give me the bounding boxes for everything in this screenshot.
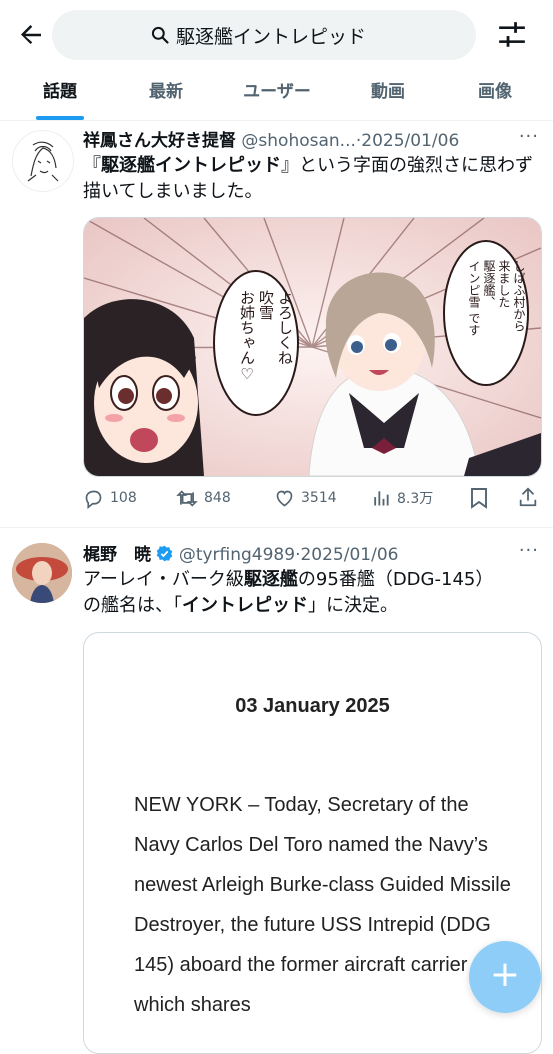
like-count: 3514	[301, 490, 337, 506]
tab-images[interactable]: 画像	[445, 70, 545, 120]
user-handle[interactable]: @tyrfing4989	[179, 545, 295, 565]
top-bar	[0, 0, 553, 70]
text-segment: アーレイ・バーク級	[83, 569, 244, 590]
search-tabs: 話題 最新 ユーザー 動画 画像	[0, 70, 553, 121]
like-button[interactable]: 3514	[274, 485, 337, 511]
tab-label: 最新	[149, 82, 183, 102]
tab-latest[interactable]: 最新	[116, 70, 216, 120]
tab-label: 画像	[478, 82, 512, 102]
more-options-icon[interactable]: ···	[519, 126, 539, 147]
card-date: 03 January 2025	[235, 695, 390, 717]
avatar[interactable]	[12, 130, 74, 192]
compose-button[interactable]: +	[469, 941, 541, 1013]
views-button[interactable]: 8.3万	[371, 485, 433, 511]
sketch-avatar-icon	[27, 141, 59, 182]
back-arrow-icon[interactable]	[16, 20, 46, 50]
active-tab-indicator	[36, 116, 84, 120]
tweet-divider	[0, 527, 553, 528]
tab-trending[interactable]: 話題	[10, 70, 110, 120]
card-body-text: NEW YORK – Today, Secretary of the Navy …	[134, 794, 511, 1016]
bubble-text: 吹雪	[257, 290, 275, 320]
retweet-icon	[176, 489, 198, 507]
tab-label: 動画	[371, 82, 405, 102]
filter-settings-icon[interactable]	[497, 21, 527, 49]
text-segment: の95番艦（DDG-145）	[297, 569, 494, 590]
bubble-text: よろしくね	[276, 290, 294, 365]
reply-icon	[85, 490, 102, 509]
tab-label: 話題	[43, 82, 77, 102]
share-icon[interactable]	[517, 486, 539, 508]
bubble-text: しばふ村から	[512, 260, 526, 332]
bubble-text: インピ雪 です	[467, 260, 481, 336]
avatar[interactable]	[12, 543, 72, 603]
tab-users[interactable]: ユーザー	[227, 70, 327, 120]
tweet-image[interactable]: よろしくね 吹雪 お姉ちゃん♡ しばふ村から 来ました 駆逐艦、 インピ雪 です	[83, 217, 542, 477]
retweet-button[interactable]: 848	[176, 485, 231, 511]
reply-button[interactable]: 108	[83, 485, 137, 511]
bubble-text: 来ました	[497, 260, 511, 308]
tweet-header: 祥鳳さん大好き提督 @shohosan...·2025/01/06	[83, 126, 543, 152]
display-name[interactable]: 梶野 暁	[83, 545, 151, 565]
highlighted-keyword: イントレピッド	[182, 595, 308, 616]
reply-count: 108	[110, 490, 137, 506]
tweet-text: アーレイ・バーク級駆逐艦の95番艦（DDG-145） の艦名は、「イントレピッド…	[83, 567, 538, 619]
heart-icon	[276, 490, 293, 506]
view-count: 8.3万	[397, 491, 434, 507]
text-line: の艦名は、「イントレピッド」に決定。	[83, 593, 538, 619]
tab-label: ユーザー	[243, 82, 311, 102]
search-input[interactable]	[176, 20, 456, 50]
tab-videos[interactable]: 動画	[338, 70, 438, 120]
speech-bubble-left: よろしくね 吹雪 お姉ちゃん♡	[218, 290, 294, 400]
search-box[interactable]	[52, 10, 476, 60]
text-line: アーレイ・バーク級駆逐艦の95番艦（DDG-145）	[83, 567, 538, 593]
post-date[interactable]: 2025/01/06	[361, 131, 459, 151]
post-date[interactable]: 2025/01/06	[300, 545, 398, 565]
highlighted-keyword: 駆逐艦イントレピッド	[101, 155, 281, 176]
profile-photo-icon	[12, 543, 72, 603]
display-name[interactable]: 祥鳳さん大好き提督	[83, 131, 236, 151]
retweet-count: 848	[204, 490, 231, 506]
tweet-header: 梶野 暁 @tyrfing4989·2025/01/06	[83, 540, 543, 566]
tweet-actions: 108 848 3514 8.3万	[83, 485, 543, 511]
bookmark-icon[interactable]	[469, 487, 489, 509]
text-segment: 『	[83, 155, 101, 176]
more-options-icon[interactable]: ···	[519, 540, 539, 561]
tweet-1[interactable]: 祥鳳さん大好き提督 @shohosan...·2025/01/06 ··· 『駆…	[0, 126, 553, 526]
bubble-text: お姉ちゃん♡	[238, 290, 256, 383]
text-segment: の艦名は、「	[83, 595, 182, 616]
views-chart-icon	[374, 491, 389, 506]
tweet-text: 『駆逐艦イントレピッド』という字面の強烈さに思わず描いてしまいました。	[83, 153, 538, 205]
search-icon	[151, 26, 169, 44]
bubble-text: 駆逐艦、	[482, 260, 496, 308]
plus-icon: +	[489, 954, 521, 995]
user-handle[interactable]: @shohosan...	[241, 131, 355, 151]
verified-badge-icon	[157, 545, 173, 562]
highlighted-keyword: 駆逐艦	[243, 569, 298, 590]
text-segment: 」に決定。	[308, 595, 398, 616]
speech-bubble-right: しばふ村から 来ました 駆逐艦、 インピ雪 です	[450, 260, 526, 380]
